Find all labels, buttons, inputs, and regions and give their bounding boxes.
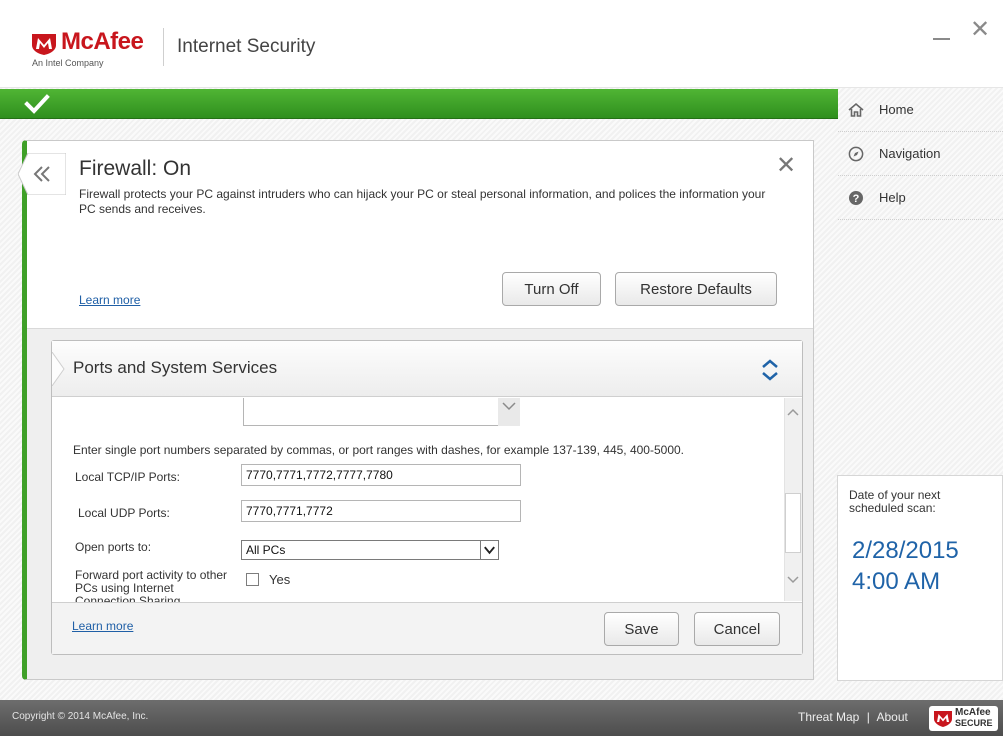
open-ports-value: All PCs xyxy=(246,543,286,557)
app-title: Internet Security xyxy=(177,36,316,57)
mcafee-secure-badge[interactable]: McAfee SECURE xyxy=(929,706,998,731)
scan-date[interactable]: 2/28/2015 xyxy=(852,535,959,566)
ports-section-title: Ports and System Services xyxy=(73,358,278,377)
partial-dropdown[interactable] xyxy=(243,398,520,426)
section-pointer-icon xyxy=(52,352,65,386)
svg-text:?: ? xyxy=(853,193,860,205)
badge-line2: SECURE xyxy=(955,718,993,728)
sidebar-item-home[interactable]: Home xyxy=(838,88,1003,132)
sidebar-item-label: Navigation xyxy=(879,146,941,161)
app-header: McAfee An Intel Company Internet Securit… xyxy=(0,0,1003,88)
save-button[interactable]: Save xyxy=(604,612,679,646)
chevron-down-icon xyxy=(498,398,520,426)
scan-time[interactable]: 4:00 AM xyxy=(852,566,940,597)
tcp-ports-label: Local TCP/IP Ports: xyxy=(75,470,180,484)
ports-footer xyxy=(52,602,802,654)
mcafee-shield-icon xyxy=(934,711,952,727)
minimize-icon[interactable] xyxy=(930,22,954,46)
protection-status-bar xyxy=(0,89,838,119)
back-tab[interactable] xyxy=(18,153,66,195)
open-ports-label: Open ports to: xyxy=(75,540,152,554)
scroll-down-icon[interactable] xyxy=(784,570,802,590)
scrollbar-thumb[interactable] xyxy=(785,493,801,553)
compass-icon xyxy=(848,146,864,162)
sidebar-item-navigation[interactable]: Navigation xyxy=(838,132,1003,176)
port-instructions: Enter single port numbers separated by c… xyxy=(73,443,685,457)
footer-separator: | xyxy=(866,710,870,724)
tcp-ports-input[interactable] xyxy=(241,464,521,486)
checkmark-icon xyxy=(24,94,50,114)
firewall-learn-more-link[interactable]: Learn more xyxy=(79,293,140,307)
brand-subtitle: An Intel Company xyxy=(32,58,104,68)
scroll-up-icon[interactable] xyxy=(784,402,802,422)
ports-learn-more-link[interactable]: Learn more xyxy=(72,619,133,633)
firewall-description: Firewall protects your PC against intrud… xyxy=(79,187,766,216)
collapse-expand-icon[interactable] xyxy=(759,357,781,383)
header-divider xyxy=(163,28,164,66)
forward-yes-label: Yes xyxy=(269,572,291,587)
brand-name: McAfee xyxy=(61,28,144,55)
udp-ports-label: Local UDP Ports: xyxy=(78,506,170,520)
forward-ports-label: Forward port activity to other PCs using… xyxy=(75,569,228,603)
help-icon: ? xyxy=(849,191,863,205)
sidebar-item-help[interactable]: ? Help xyxy=(838,176,1003,220)
turn-off-button[interactable]: Turn Off xyxy=(502,272,601,306)
sidebar-item-label: Home xyxy=(879,102,914,117)
home-icon xyxy=(848,102,864,117)
udp-ports-input[interactable] xyxy=(241,500,521,522)
open-ports-select[interactable]: All PCs xyxy=(241,540,499,560)
firewall-title: Firewall: On xyxy=(79,157,192,180)
cancel-button[interactable]: Cancel xyxy=(694,612,780,646)
restore-defaults-button[interactable]: Restore Defaults xyxy=(615,272,777,306)
window-close-icon[interactable]: ✕ xyxy=(968,18,992,42)
about-link[interactable]: About xyxy=(877,710,908,724)
mcafee-logo: McAfee An Intel Company xyxy=(24,24,159,70)
sidebar-item-label: Help xyxy=(879,190,906,205)
copyright-text: Copyright © 2014 McAfee, Inc. xyxy=(12,711,149,722)
mcafee-shield-icon xyxy=(32,34,56,55)
close-icon[interactable]: ✕ xyxy=(774,154,798,178)
scan-label: Date of your next scheduled scan: xyxy=(849,488,941,515)
footer-links: Threat Map | About xyxy=(798,710,908,724)
badge-line1: McAfee xyxy=(955,707,991,718)
dropdown-arrow-icon[interactable] xyxy=(480,541,498,559)
forward-yes-checkbox[interactable] xyxy=(246,573,259,586)
threat-map-link[interactable]: Threat Map xyxy=(798,710,859,724)
